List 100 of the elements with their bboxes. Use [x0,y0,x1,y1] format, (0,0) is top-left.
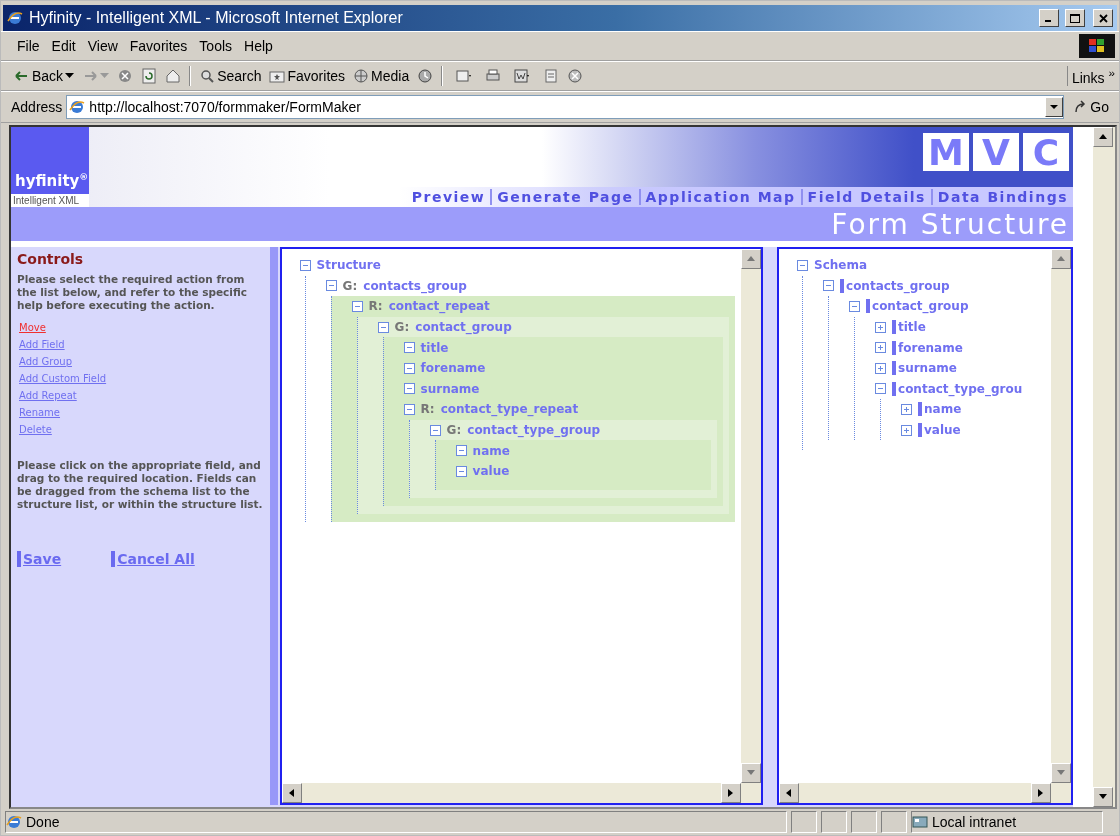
home-icon [165,68,182,84]
status-pane [791,811,817,833]
menu-item[interactable]: File [11,36,46,56]
tree-node-label[interactable]: contact_group [866,299,969,314]
save-link[interactable]: Save [17,551,62,567]
tree-node-label[interactable]: contact_group [415,320,512,335]
page-scrollbar[interactable] [1093,127,1115,807]
collapse-icon[interactable] [353,303,361,310]
tree-node-label[interactable]: contact_type_group [467,423,601,438]
media-button[interactable]: Media [350,68,413,84]
tree-node-label[interactable]: name [472,443,510,458]
scroll-up-button[interactable] [1093,127,1113,147]
menu-item[interactable]: Favorites [123,36,194,56]
nav-link[interactable]: Generate Page [490,189,639,205]
action-link[interactable]: Add Field [19,339,65,350]
status-pane [881,811,907,833]
search-button[interactable]: Search [196,68,265,84]
arrow-left-icon [785,789,793,797]
tree-node-label[interactable]: contact_type_repeat [440,402,579,417]
back-button[interactable]: Back [11,68,78,84]
page-title: Form Structure [831,207,1069,241]
menu-item[interactable]: Tools [193,36,239,56]
horizontal-scrollbar[interactable] [779,783,1051,803]
action-link[interactable]: Add Custom Field [19,373,107,384]
node-type-prefix: G: [446,423,462,438]
stop-icon [117,68,134,84]
instructions-text: Please select the required action from the list below, and refer to the specific help before executing the action. [17,273,248,312]
expand-icon[interactable] [877,323,884,331]
scrollbar-corner [741,783,761,803]
zone-text: Local intranet [932,814,1017,830]
close-button[interactable] [1093,9,1113,27]
menu-item[interactable]: Help [238,36,279,56]
links-button[interactable]: Links $^{»}$ [1066,66,1115,86]
action-link[interactable]: Delete [19,424,52,435]
scroll-right-button[interactable] [721,783,741,803]
favorites-folder-icon [269,68,286,84]
arrow-down-icon [747,769,755,777]
mvc-letter-tile: C [1023,133,1069,171]
nav-link[interactable]: Preview [406,189,491,205]
tree-node-label[interactable]: surname [420,381,480,396]
page-icon [69,99,86,115]
windows-flag-logo [1079,34,1115,58]
tree-node-label[interactable]: title [420,340,449,355]
tree-node-label[interactable]: forename [892,340,963,355]
tree-node-label[interactable]: value [918,423,961,438]
scroll-left-button[interactable] [281,783,302,803]
arrow-down-icon [1099,793,1107,801]
action-link[interactable]: Add Group [19,356,72,367]
expand-icon[interactable] [903,405,910,413]
status-pane [851,811,877,833]
tree-node-label[interactable]: contacts_group [840,278,950,293]
status-text: Done [26,814,60,830]
menu-item[interactable]: View [81,36,124,56]
messenger-icon [567,68,584,84]
discuss-icon [543,68,560,84]
tree-node-label[interactable]: Schema [814,258,868,273]
nav-link[interactable]: Field Details [800,189,931,205]
tree-node-label[interactable]: Structure [316,258,381,273]
window-title: Hyfinity - Intelligent XML - Microsoft Internet Explorer [29,9,404,27]
intranet-icon [912,814,928,830]
minimize-button[interactable] [1039,9,1059,27]
maximize-button[interactable] [1065,9,1085,27]
expand-icon[interactable] [877,364,884,372]
nav-link[interactable]: Application Map [638,189,801,205]
tree-node-label[interactable]: contacts_group [363,278,467,293]
action-link[interactable]: Rename [19,407,60,418]
tree-node-label[interactable]: surname [892,361,957,376]
node-type-prefix: R: [420,402,435,417]
address-dropdown-button[interactable] [1045,97,1064,117]
tree-node-label[interactable]: contact_repeat [388,299,490,314]
tree-node-label[interactable]: value [472,464,510,479]
address-field[interactable]: http://localhost:7070/formmaker/FormMaker [66,95,1065,119]
tree-node-label[interactable]: contact_type_grou [892,381,1023,396]
nav-link[interactable]: Data Bindings [930,189,1073,205]
go-button[interactable]: Go [1068,99,1115,115]
expand-icon[interactable] [903,426,910,434]
search-icon [199,68,216,84]
menu-item[interactable]: Edit [45,36,82,56]
scroll-right-button[interactable] [1031,783,1051,803]
scroll-down-button[interactable] [1093,787,1113,807]
refresh-icon [141,68,158,84]
media-globe-icon [353,68,370,84]
favorites-button[interactable]: Favorites [266,68,349,84]
collapse-icon[interactable] [851,303,858,310]
instructions-text: Please click on the appropriate field, and drag to the required location. Fields can be dragged from the schema list to the structure list, or within the structure list. [17,459,264,511]
scroll-left-button[interactable] [779,783,799,803]
arrow-right-icon [1037,789,1045,797]
tree-node-label[interactable]: forename [420,361,486,376]
action-link[interactable]: Move [19,322,46,333]
cancel-link[interactable]: Cancel All [111,551,195,567]
node-type-prefix: G: [394,320,410,335]
history-icon [417,68,434,84]
action-link[interactable]: Add Repeat [19,390,77,401]
arrow-up-icon [1057,255,1065,263]
tree-node-label[interactable]: title [892,320,926,335]
expand-icon[interactable] [877,344,884,352]
status-pane [821,811,847,833]
tree-node-label[interactable]: name [918,402,962,417]
horizontal-scrollbar[interactable] [281,783,741,803]
mvc-letter-tile: M [923,133,969,171]
